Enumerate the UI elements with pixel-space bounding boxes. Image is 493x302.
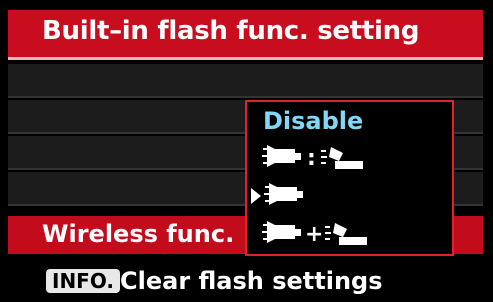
- camera-menu-screen: Built–in flash func. setting Wireless fu…: [0, 0, 493, 302]
- option-flash-plus-slave[interactable]: +: [247, 216, 452, 252]
- selection-cursor-icon: [251, 188, 261, 204]
- option-flash-colon-slave[interactable]: :: [247, 140, 452, 176]
- slave-flash-icon: [325, 223, 367, 245]
- footer-text: Clear flash settings: [120, 267, 383, 295]
- option-label: Disable: [263, 107, 364, 135]
- wireless-options-popup: Disable : +: [245, 100, 454, 256]
- info-button-icon[interactable]: INFO.: [46, 269, 121, 293]
- plus-separator: +: [305, 222, 324, 247]
- title-bar: Built–in flash func. setting: [8, 10, 483, 60]
- flash-icon: [262, 145, 301, 167]
- flash-icon: [262, 221, 301, 243]
- option-disable[interactable]: Disable: [247, 102, 452, 138]
- page-title: Built–in flash func. setting: [42, 16, 420, 46]
- footer-hint: INFO. Clear flash settings: [8, 266, 483, 298]
- option-flash-only[interactable]: [247, 178, 452, 214]
- menu-item-label: Wireless func.: [42, 220, 235, 248]
- flash-icon: [264, 183, 303, 205]
- menu-row[interactable]: [8, 64, 483, 98]
- slave-flash-icon: [321, 147, 363, 169]
- colon-separator: :: [307, 146, 316, 171]
